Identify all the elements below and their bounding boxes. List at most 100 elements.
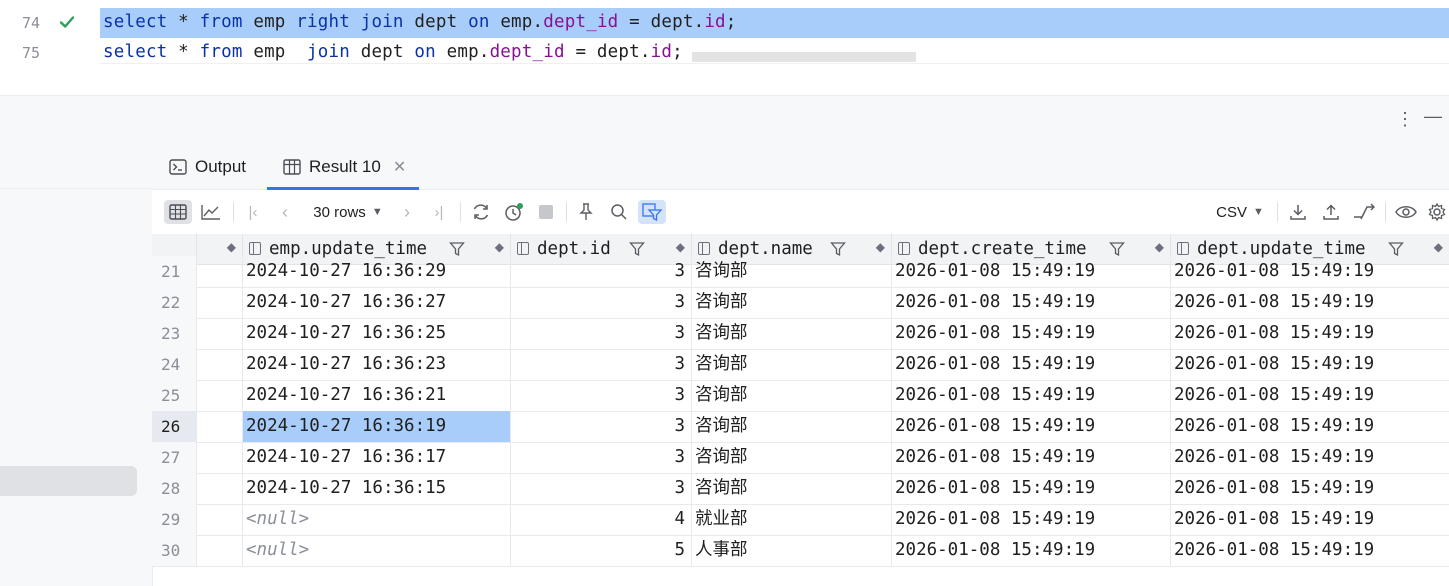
cell-dept-name[interactable]: 咨询部 xyxy=(692,287,892,318)
table-row[interactable]: 22 2024-10-27 16:36:27 3 咨询部 2026-01-08 15:4… xyxy=(152,287,1449,319)
filter-icon[interactable] xyxy=(1109,241,1125,257)
download-icon[interactable] xyxy=(1285,200,1311,224)
cell-emp-update-time[interactable]: 2024-10-27 16:36:15 xyxy=(243,473,511,504)
cell-dept-name[interactable]: 咨询部 xyxy=(692,473,892,504)
cell-dept-id[interactable]: 3 xyxy=(511,349,692,380)
cell-dept-create-time[interactable]: 2026-01-08 15:49:19 xyxy=(892,256,1171,287)
cell-dept-id[interactable]: 3 xyxy=(511,318,692,349)
cell-emp-update-time[interactable]: <null> xyxy=(243,504,511,535)
sort-icon[interactable]: ◆ xyxy=(1155,240,1164,254)
cell-dept-id[interactable]: 3 xyxy=(511,473,692,504)
cell-dept-create-time[interactable]: 2026-01-08 15:49:19 xyxy=(892,504,1171,535)
cell-emp-update-time[interactable]: 2024-10-27 16:36:27 xyxy=(243,287,511,318)
tab-result[interactable]: Result 10 ✕ xyxy=(283,145,406,189)
gear-icon[interactable] xyxy=(1424,200,1449,224)
sort-icon[interactable]: ◆ xyxy=(227,240,236,254)
cell-dept-id[interactable]: 4 xyxy=(511,504,692,535)
cell-dept-update-time[interactable]: 2026-01-08 15:49:19 xyxy=(1171,411,1449,442)
sort-icon[interactable]: ◆ xyxy=(676,240,685,254)
hidden-cell[interactable] xyxy=(197,411,243,442)
table-row[interactable]: 23 2024-10-27 16:36:25 3 咨询部 2026-01-08 15:4… xyxy=(152,318,1449,350)
cell-dept-id[interactable]: 3 xyxy=(511,256,692,287)
table-row[interactable]: 29 <null> 4 就业部 2026-01-08 15:49:19 2026-01-0… xyxy=(152,504,1449,536)
cell-dept-create-time[interactable]: 2026-01-08 15:49:19 xyxy=(892,473,1171,504)
cell-dept-name[interactable]: 咨询部 xyxy=(692,380,892,411)
cell-emp-update-time[interactable]: <null> xyxy=(243,535,511,566)
cell-dept-update-time[interactable]: 2026-01-08 15:49:19 xyxy=(1171,442,1449,473)
cell-dept-create-time[interactable]: 2026-01-08 15:49:19 xyxy=(892,380,1171,411)
cell-dept-name[interactable]: 就业部 xyxy=(692,504,892,535)
table-row[interactable]: 25 2024-10-27 16:36:21 3 咨询部 2026-01-08 15:4… xyxy=(152,380,1449,412)
sql-statement[interactable]: select * from emp right join dept on emp… xyxy=(103,12,737,32)
cell-dept-name[interactable]: 咨询部 xyxy=(692,442,892,473)
table-row[interactable]: 28 2024-10-27 16:36:15 3 咨询部 2026-01-08 15:4… xyxy=(152,473,1449,505)
eye-icon[interactable] xyxy=(1392,200,1420,224)
cell-dept-name[interactable]: 咨询部 xyxy=(692,411,892,442)
hidden-cell[interactable] xyxy=(197,473,243,504)
refresh-icon[interactable] xyxy=(467,200,495,224)
hidden-cell[interactable] xyxy=(197,287,243,318)
cell-dept-id[interactable]: 3 xyxy=(511,411,692,442)
tab-output[interactable]: Output xyxy=(169,145,246,189)
previous-page-icon[interactable]: ‹ xyxy=(272,200,298,224)
more-options-icon[interactable]: ⋮ xyxy=(1396,109,1414,130)
minimize-icon[interactable]: — xyxy=(1424,106,1442,127)
filter-icon[interactable] xyxy=(449,241,465,257)
pin-icon[interactable] xyxy=(573,200,599,224)
sort-icon[interactable]: ◆ xyxy=(495,240,504,254)
hidden-cell[interactable] xyxy=(197,380,243,411)
page-size-dropdown[interactable]: 30 rows ▼ xyxy=(306,200,390,224)
hidden-cell[interactable] xyxy=(197,256,243,287)
cell-emp-update-time[interactable]: 2024-10-27 16:36:19 xyxy=(243,411,511,442)
cell-dept-create-time[interactable]: 2026-01-08 15:49:19 xyxy=(892,287,1171,318)
table-row[interactable]: 24 2024-10-27 16:36:23 3 咨询部 2026-01-08 15:4… xyxy=(152,349,1449,381)
cell-dept-create-time[interactable]: 2026-01-08 15:49:19 xyxy=(892,349,1171,380)
cell-dept-create-time[interactable]: 2026-01-08 15:49:19 xyxy=(892,535,1171,566)
compare-icon[interactable] xyxy=(1350,200,1378,224)
sql-editor[interactable]: 74 select * from emp right join dept on … xyxy=(0,0,1449,95)
table-row[interactable]: 21 2024-10-27 16:36:29 3 咨询部 2026-01-08 15:4… xyxy=(152,256,1449,288)
cell-dept-create-time[interactable]: 2026-01-08 15:49:19 xyxy=(892,411,1171,442)
sidebar-selected-item[interactable] xyxy=(0,466,137,496)
cell-dept-name[interactable]: 咨询部 xyxy=(692,318,892,349)
hidden-cell[interactable] xyxy=(197,535,243,566)
cell-dept-update-time[interactable]: 2026-01-08 15:49:19 xyxy=(1171,473,1449,504)
result-grid[interactable]: ◆ emp.update_time ◆ dept.id ◆ dept.name … xyxy=(152,234,1449,586)
cell-emp-update-time[interactable]: 2024-10-27 16:36:23 xyxy=(243,349,511,380)
cell-dept-update-time[interactable]: 2026-01-08 15:49:19 xyxy=(1171,349,1449,380)
cell-dept-id[interactable]: 5 xyxy=(511,535,692,566)
export-format-dropdown[interactable]: CSV ▼ xyxy=(1212,200,1268,224)
cell-dept-id[interactable]: 3 xyxy=(511,287,692,318)
filter-icon[interactable] xyxy=(629,241,645,257)
sort-icon[interactable]: ◆ xyxy=(876,240,885,254)
table-row[interactable]: 27 2024-10-27 16:36:17 3 咨询部 2026-01-08 15:4… xyxy=(152,442,1449,474)
cell-dept-name[interactable]: 咨询部 xyxy=(692,256,892,287)
code-line-74[interactable]: select * from emp right join dept on emp… xyxy=(100,8,1449,38)
cell-dept-update-time[interactable]: 2026-01-08 15:49:19 xyxy=(1171,380,1449,411)
cell-dept-id[interactable]: 3 xyxy=(511,442,692,473)
sort-icon[interactable]: ◆ xyxy=(1434,240,1443,254)
first-page-icon[interactable]: |‹ xyxy=(240,200,266,224)
upload-icon[interactable] xyxy=(1318,200,1344,224)
cell-dept-update-time[interactable]: 2026-01-08 15:49:19 xyxy=(1171,287,1449,318)
table-view-icon[interactable] xyxy=(164,200,192,224)
last-page-icon[interactable]: ›| xyxy=(426,200,452,224)
filter-icon[interactable] xyxy=(1388,241,1404,257)
cell-dept-id[interactable]: 3 xyxy=(511,380,692,411)
next-page-icon[interactable]: › xyxy=(394,200,420,224)
cell-emp-update-time[interactable]: 2024-10-27 16:36:29 xyxy=(243,256,511,287)
cell-dept-create-time[interactable]: 2026-01-08 15:49:19 xyxy=(892,318,1171,349)
table-row[interactable]: 30 <null> 5 人事部 2026-01-08 15:49:19 2026-01-0… xyxy=(152,535,1449,567)
filter-toggle-icon[interactable] xyxy=(638,200,666,224)
cell-dept-update-time[interactable]: 2026-01-08 15:49:19 xyxy=(1171,256,1449,287)
cell-dept-name[interactable]: 人事部 xyxy=(692,535,892,566)
cell-dept-name[interactable]: 咨询部 xyxy=(692,349,892,380)
cell-emp-update-time[interactable]: 2024-10-27 16:36:25 xyxy=(243,318,511,349)
table-row[interactable]: 26 2024-10-27 16:36:19 3 咨询部 2026-01-08 15:4… xyxy=(152,411,1449,443)
cell-emp-update-time[interactable]: 2024-10-27 16:36:17 xyxy=(243,442,511,473)
hidden-cell[interactable] xyxy=(197,504,243,535)
cell-dept-update-time[interactable]: 2026-01-08 15:49:19 xyxy=(1171,318,1449,349)
cell-emp-update-time[interactable]: 2024-10-27 16:36:21 xyxy=(243,380,511,411)
auto-refresh-icon[interactable] xyxy=(500,200,528,224)
close-icon[interactable]: ✕ xyxy=(393,157,406,177)
